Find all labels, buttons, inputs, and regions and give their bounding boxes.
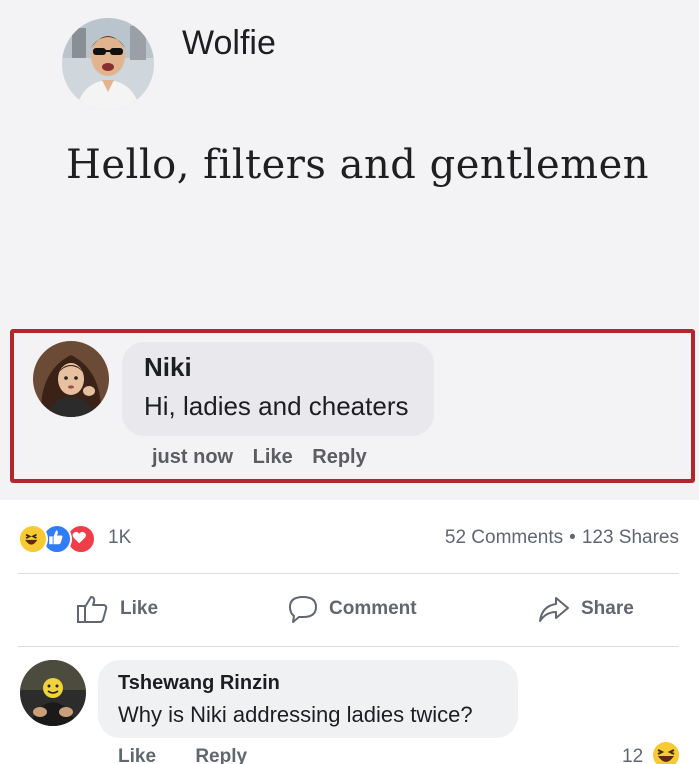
niki-reply-link[interactable]: Reply	[312, 446, 366, 468]
share-arrow-icon	[539, 597, 569, 622]
stats-separator: •	[569, 527, 576, 548]
post-author-name[interactable]: Wolfie	[182, 24, 276, 63]
haha-icon	[18, 524, 48, 554]
haha-icon[interactable]	[652, 741, 680, 764]
tshewang-like-link[interactable]: Like	[118, 746, 156, 764]
like-button[interactable]: Like	[76, 592, 158, 626]
tshewang-avatar[interactable]	[20, 660, 86, 726]
comment-icon	[289, 596, 317, 623]
like-button-label: Like	[120, 598, 159, 619]
niki-comment-time: just now	[152, 446, 234, 468]
niki-comment-text: Hi, ladies and cheaters	[144, 391, 409, 421]
tshewang-comment-text: Why is Niki addressing ladies twice?	[118, 702, 473, 727]
niki-avatar[interactable]	[33, 341, 109, 417]
share-button-label: Share	[581, 598, 634, 619]
tshewang-comment-author[interactable]: Tshewang Rinzin	[118, 672, 280, 695]
divider-top	[18, 573, 679, 574]
share-button[interactable]: Share	[537, 592, 634, 626]
reactions-count[interactable]: 1K	[108, 527, 131, 549]
comment-button-label: Comment	[329, 598, 417, 619]
post-author-avatar[interactable]	[62, 18, 154, 110]
post-stats[interactable]: 52 Comments • 123 Shares	[445, 527, 679, 549]
niki-comment-author[interactable]: Niki	[144, 352, 192, 383]
tshewang-reply-link[interactable]: Reply	[195, 746, 247, 764]
reactions-summary[interactable]	[18, 524, 108, 554]
comments-count[interactable]: 52 Comments	[445, 527, 563, 548]
niki-comment-meta: just now Like Reply	[152, 446, 381, 469]
tshewang-reaction-count[interactable]: 12	[622, 746, 643, 764]
post-text: Hello, filters and gentlemen	[66, 142, 650, 188]
comment-button[interactable]: Comment	[287, 592, 417, 626]
thumbs-up-icon	[77, 596, 108, 623]
tshewang-comment-meta: Like Reply	[118, 746, 281, 764]
shares-count[interactable]: 123 Shares	[582, 527, 679, 548]
niki-like-link[interactable]: Like	[253, 446, 293, 468]
divider-bottom	[18, 646, 679, 647]
